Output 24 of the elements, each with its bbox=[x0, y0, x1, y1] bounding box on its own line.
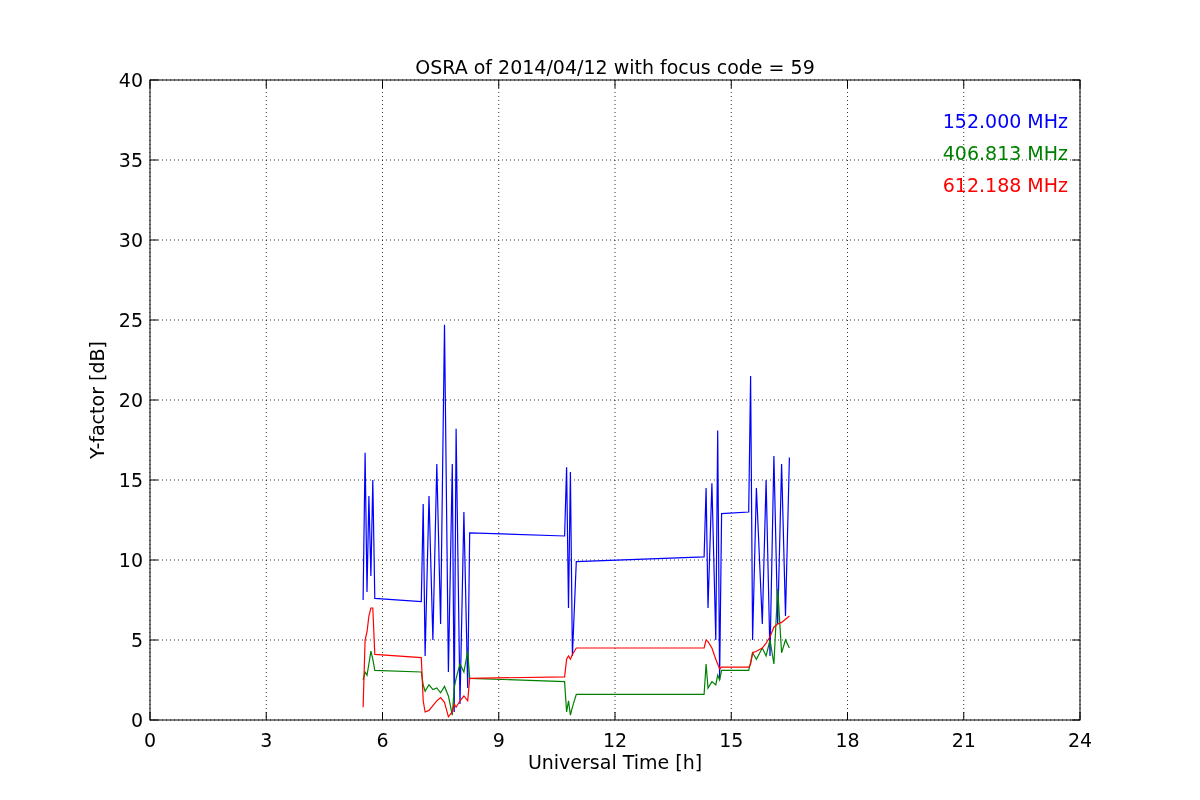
x-tick-label: 12 bbox=[602, 729, 628, 751]
y-tick-label: 5 bbox=[130, 629, 143, 651]
y-tick-label: 0 bbox=[130, 709, 143, 731]
legend-label: 406.813 MHz bbox=[942, 142, 1068, 164]
y-tick-label: 35 bbox=[118, 149, 143, 171]
x-tick-label: 0 bbox=[143, 729, 157, 751]
y-axis-label: Y-factor [dB] bbox=[86, 341, 108, 459]
chart-title: OSRA of 2014/04/12 with focus code = 59 bbox=[415, 56, 815, 78]
x-tick-label: 9 bbox=[492, 729, 505, 751]
x-tick-label: 6 bbox=[376, 729, 389, 751]
y-tick-label: 25 bbox=[118, 309, 143, 331]
y-tick-label: 30 bbox=[118, 229, 143, 251]
x-axis-label: Universal Time [h] bbox=[527, 751, 703, 773]
x-tick-label: 15 bbox=[719, 729, 744, 751]
x-tick-label: 3 bbox=[260, 729, 273, 751]
x-tick-label: 24 bbox=[1067, 729, 1093, 751]
y-tick-label: 40 bbox=[118, 69, 143, 91]
legend-label: 152.000 MHz bbox=[942, 110, 1068, 132]
legend-label: 612.188 MHz bbox=[942, 174, 1068, 196]
y-tick-label: 15 bbox=[118, 469, 143, 491]
y-tick-label: 10 bbox=[118, 549, 143, 571]
y-tick-label: 20 bbox=[118, 389, 143, 411]
x-tick-label: 18 bbox=[835, 729, 860, 751]
x-tick-label: 21 bbox=[951, 729, 976, 751]
